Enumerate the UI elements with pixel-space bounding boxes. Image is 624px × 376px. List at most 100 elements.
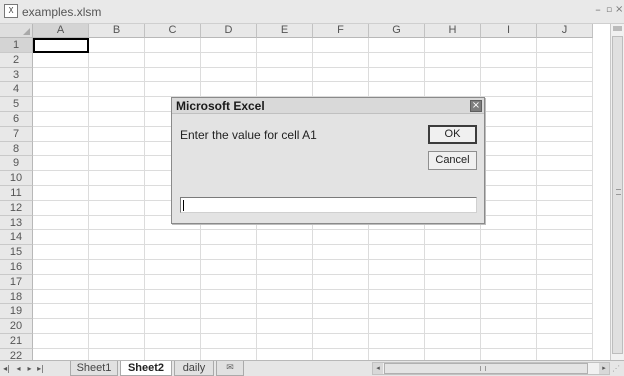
cell-j13[interactable] [537, 215, 593, 231]
cell-c14[interactable] [145, 230, 201, 246]
cell-f18[interactable] [313, 289, 369, 305]
row-header-4[interactable]: 4 [0, 82, 33, 98]
cell-g18[interactable] [369, 289, 425, 305]
cell-b15[interactable] [89, 245, 145, 260]
resize-grip-icon[interactable]: ⋰ [612, 364, 622, 374]
cell-i1[interactable] [481, 38, 537, 53]
row-header-3[interactable]: 3 [0, 67, 33, 83]
cell-b3[interactable] [89, 67, 145, 83]
cell-g16[interactable] [369, 260, 425, 275]
tab-daily[interactable]: daily [174, 361, 214, 376]
cell-i18[interactable] [481, 289, 537, 305]
cell-d21[interactable] [201, 334, 257, 349]
horizontal-scrollbar[interactable]: ◂ ▸ [372, 362, 610, 375]
cell-b19[interactable] [89, 304, 145, 320]
cell-b14[interactable] [89, 230, 145, 246]
next-sheet-icon[interactable]: ▸ [25, 363, 34, 374]
cell-b1[interactable] [89, 38, 145, 53]
cell-g14[interactable] [369, 230, 425, 246]
row-header-13[interactable]: 13 [0, 215, 33, 231]
cell-b8[interactable] [89, 141, 145, 157]
cell-e16[interactable] [257, 260, 313, 275]
cell-j16[interactable] [537, 260, 593, 275]
cell-e4[interactable] [257, 82, 313, 98]
cell-h16[interactable] [425, 260, 481, 275]
row-header-16[interactable]: 16 [0, 260, 33, 275]
cell-b10[interactable] [89, 171, 145, 186]
tab-sheet1[interactable]: Sheet1 [70, 361, 118, 376]
close-icon[interactable]: × [470, 100, 482, 112]
cell-a8[interactable] [33, 141, 89, 157]
cell-f20[interactable] [313, 319, 369, 334]
cell-j18[interactable] [537, 289, 593, 305]
cell-a14[interactable] [33, 230, 89, 246]
cell-e19[interactable] [257, 304, 313, 320]
cell-f19[interactable] [313, 304, 369, 320]
cell-d4[interactable] [201, 82, 257, 98]
cell-e17[interactable] [257, 274, 313, 290]
cell-d18[interactable] [201, 289, 257, 305]
cell-j1[interactable] [537, 38, 593, 53]
cell-a13[interactable] [33, 215, 89, 231]
cell-j20[interactable] [537, 319, 593, 334]
cell-b4[interactable] [89, 82, 145, 98]
cell-c16[interactable] [145, 260, 201, 275]
column-header-j[interactable]: J [537, 24, 593, 38]
cell-a17[interactable] [33, 274, 89, 290]
row-header-1[interactable]: 1 [0, 38, 33, 53]
cell-f16[interactable] [313, 260, 369, 275]
cell-a11[interactable] [33, 186, 89, 201]
last-sheet-icon[interactable]: ▸| [36, 363, 45, 374]
cell-d15[interactable] [201, 245, 257, 260]
cell-e3[interactable] [257, 67, 313, 83]
minimize-button[interactable]: – [593, 3, 603, 17]
cell-d16[interactable] [201, 260, 257, 275]
cell-b12[interactable] [89, 200, 145, 216]
cell-c20[interactable] [145, 319, 201, 334]
cell-e21[interactable] [257, 334, 313, 349]
cell-d3[interactable] [201, 67, 257, 83]
row-header-11[interactable]: 11 [0, 186, 33, 201]
cell-a5[interactable] [33, 97, 89, 112]
cell-c15[interactable] [145, 245, 201, 260]
row-header-5[interactable]: 5 [0, 97, 33, 112]
cell-h20[interactable] [425, 319, 481, 334]
cell-a12[interactable] [33, 200, 89, 216]
cell-b2[interactable] [89, 52, 145, 68]
vertical-scrollbar[interactable] [610, 24, 624, 362]
cell-a4[interactable] [33, 82, 89, 98]
cell-i4[interactable] [481, 82, 537, 98]
cell-j3[interactable] [537, 67, 593, 83]
cell-h4[interactable] [425, 82, 481, 98]
cell-h1[interactable] [425, 38, 481, 53]
cell-j2[interactable] [537, 52, 593, 68]
cell-a20[interactable] [33, 319, 89, 334]
cell-c21[interactable] [145, 334, 201, 349]
cell-f4[interactable] [313, 82, 369, 98]
column-header-a[interactable]: A [33, 24, 89, 38]
cancel-button[interactable]: Cancel [428, 151, 477, 170]
row-header-8[interactable]: 8 [0, 141, 33, 157]
scroll-left-icon[interactable]: ◂ [373, 363, 383, 374]
cell-f2[interactable] [313, 52, 369, 68]
cell-b7[interactable] [89, 126, 145, 142]
cell-a21[interactable] [33, 334, 89, 349]
cell-a7[interactable] [33, 126, 89, 142]
cell-a1[interactable] [33, 38, 89, 53]
cell-b17[interactable] [89, 274, 145, 290]
cell-a16[interactable] [33, 260, 89, 275]
cell-g15[interactable] [369, 245, 425, 260]
cell-g4[interactable] [369, 82, 425, 98]
cell-h19[interactable] [425, 304, 481, 320]
column-header-f[interactable]: F [313, 24, 369, 38]
cell-h18[interactable] [425, 289, 481, 305]
cell-e1[interactable] [257, 38, 313, 53]
cell-b6[interactable] [89, 112, 145, 127]
cell-c19[interactable] [145, 304, 201, 320]
cell-d20[interactable] [201, 319, 257, 334]
cell-b20[interactable] [89, 319, 145, 334]
cell-b5[interactable] [89, 97, 145, 112]
column-header-i[interactable]: I [481, 24, 537, 38]
cell-d17[interactable] [201, 274, 257, 290]
cell-f17[interactable] [313, 274, 369, 290]
